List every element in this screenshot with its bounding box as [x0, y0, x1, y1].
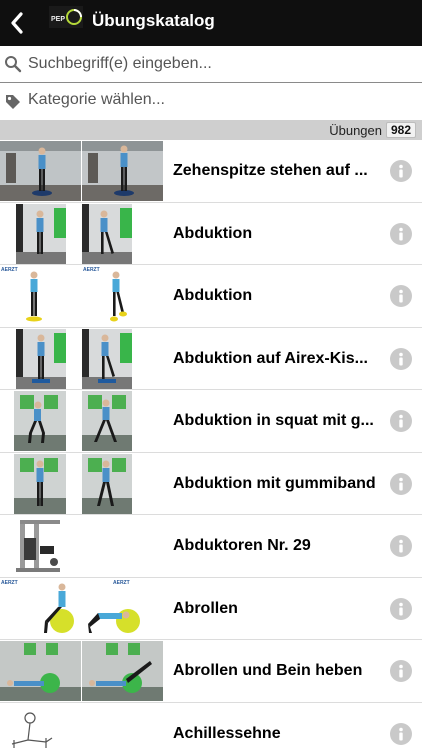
- info-icon: [399, 539, 403, 553]
- category-selector[interactable]: Kategorie wählen...: [0, 83, 422, 120]
- info-icon: [399, 227, 403, 240]
- info-button[interactable]: [390, 660, 412, 682]
- info-icon: [399, 414, 403, 428]
- exercise-list: Zehenspitze stehen auf ... Abduktion AER…: [0, 140, 422, 750]
- info-button[interactable]: [390, 410, 412, 432]
- exercise-title: Zehenspitze stehen auf ...: [173, 162, 368, 179]
- exercise-count-bar: Übungen 982: [0, 120, 422, 140]
- list-item[interactable]: Abduktion: [0, 202, 422, 265]
- info-button[interactable]: [390, 472, 412, 495]
- exercise-title: Abduktion mit gummiband: [173, 474, 376, 492]
- info-button[interactable]: [390, 722, 412, 745]
- thumbnail-logo: AERZT: [1, 267, 18, 273]
- exercise-thumbnail: [0, 203, 163, 264]
- info-button[interactable]: [390, 597, 412, 620]
- exercise-thumbnail: [0, 328, 163, 389]
- logo-text: PEP: [51, 16, 65, 23]
- info-icon: [399, 602, 403, 615]
- exercise-thumbnail: [0, 641, 163, 701]
- list-item[interactable]: Abrollen und Bein heben: [0, 640, 422, 703]
- exercise-thumbnail: [0, 141, 163, 201]
- count-badge: 982: [385, 122, 416, 138]
- exercise-title: Abrollen: [173, 599, 238, 617]
- info-icon: [399, 352, 403, 365]
- list-item[interactable]: Abduktion in squat mit g...: [0, 390, 422, 453]
- exercise-thumbnail: [0, 516, 163, 576]
- page-title: Übungskatalog: [92, 11, 215, 30]
- top-bar: PEP Übungskatalog: [0, 0, 422, 46]
- search-icon: [5, 56, 22, 73]
- exercise-title: Abduktion: [173, 287, 253, 304]
- thumbnail-logo: AERZT: [1, 580, 18, 586]
- app-logo: PEP: [49, 6, 83, 28]
- exercise-thumbnail: [0, 453, 163, 514]
- exercise-thumbnail: AERZT AERZT: [0, 266, 163, 326]
- list-item[interactable]: Abduktion mit gummiband: [0, 452, 422, 515]
- info-icon: [399, 727, 403, 740]
- tag-icon: [6, 95, 20, 109]
- info-button[interactable]: [390, 347, 412, 370]
- list-item[interactable]: Achillessehne: [0, 702, 422, 750]
- thumbnail-logo: AERZT: [113, 580, 130, 586]
- back-button[interactable]: [4, 6, 30, 40]
- exercise-thumbnail: AERZT AERZT: [0, 578, 163, 639]
- thumbnail-logo: AERZT: [83, 267, 100, 273]
- exercise-title: Abduktoren Nr. 29: [173, 537, 311, 554]
- exercise-title: Abrollen und Bein heben: [173, 662, 363, 679]
- list-item[interactable]: Abduktoren Nr. 29: [0, 515, 422, 578]
- search-bar: [0, 46, 422, 83]
- info-icon: [399, 664, 403, 678]
- list-item[interactable]: Abduktion auf Airex-Kis...: [0, 327, 422, 390]
- category-placeholder: Kategorie wählen...: [28, 91, 165, 108]
- list-item[interactable]: AERZT AERZT Abduktion: [0, 265, 422, 328]
- exercise-thumbnail: [0, 703, 163, 750]
- search-input[interactable]: [28, 52, 414, 76]
- info-icon: [399, 289, 403, 303]
- exercise-title: Abduktion: [173, 224, 253, 242]
- exercise-title: Abduktion in squat mit g...: [173, 412, 374, 429]
- info-button[interactable]: [390, 285, 412, 307]
- info-button[interactable]: [390, 160, 412, 182]
- exercise-title: Abduktion auf Airex-Kis...: [173, 349, 368, 367]
- info-icon: [399, 477, 403, 490]
- info-button[interactable]: [390, 222, 412, 245]
- list-item[interactable]: AERZT AERZT Abrollen: [0, 577, 422, 640]
- info-button[interactable]: [390, 535, 412, 557]
- exercise-thumbnail: [0, 391, 163, 451]
- exercise-title: Achillessehne: [173, 724, 281, 742]
- chevron-left-icon: [11, 12, 23, 34]
- count-label: Übungen: [329, 123, 382, 138]
- info-icon: [399, 164, 403, 178]
- list-item[interactable]: Zehenspitze stehen auf ...: [0, 140, 422, 203]
